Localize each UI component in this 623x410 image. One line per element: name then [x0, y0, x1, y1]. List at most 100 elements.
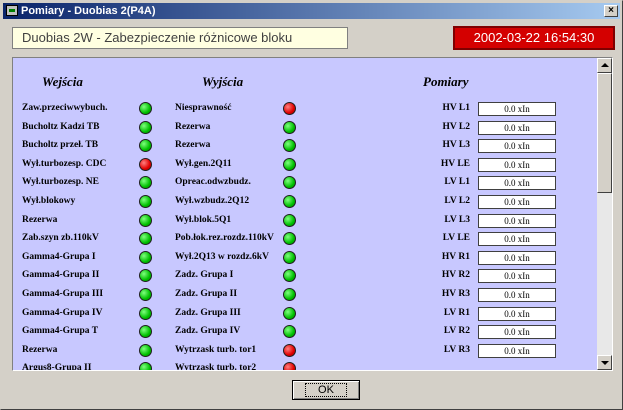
measurement-value: 0.0 xIn: [478, 102, 556, 116]
measurement-value: 0.0 xIn: [478, 288, 556, 302]
input-status-led: [139, 325, 152, 339]
input-label: Wył.blokowy: [22, 196, 76, 206]
output-status-led: [283, 157, 296, 171]
output-status-led: [283, 362, 296, 370]
output-label: Zadz. Grupa II: [175, 289, 238, 299]
vertical-scrollbar[interactable]: [597, 58, 612, 370]
input-label: Gamma4-Grupa II: [22, 270, 100, 281]
measurement-label: HV LE: [440, 158, 470, 169]
input-label: Gamma4-Grupa III: [22, 289, 104, 299]
input-status-led: [139, 176, 152, 190]
output-status-led: [283, 139, 296, 153]
input-label: Bucholtz Kadzi TB: [22, 121, 100, 132]
measurement-value: 0.0 xIn: [478, 120, 556, 135]
input-label: Zab.szyn zb.110kV: [22, 233, 99, 244]
arrow-down-icon: [601, 361, 609, 365]
measurement-value: 0.0 xIn: [478, 269, 556, 284]
output-label: Zadz. Grupa IV: [175, 326, 241, 337]
measurement-label: LV LE: [442, 233, 470, 244]
output-status-led: [283, 288, 296, 301]
input-status-led: [139, 306, 152, 320]
measurement-label: HV L3: [442, 140, 470, 151]
measurement-value: 0.0 xIn: [478, 195, 556, 209]
output-status-led: [283, 250, 296, 264]
input-status-led: [139, 232, 152, 246]
output-status-led: [283, 343, 296, 357]
input-label: Wył.turbozesp. NE: [22, 177, 99, 188]
measurement-value: 0.0 xIn: [478, 139, 556, 154]
input-label: Wył.turbozesp. CDC: [22, 158, 107, 169]
output-status-led: [283, 213, 296, 227]
measurements-window: Pomiary - Duobias 2(P4A) × Duobias 2W - …: [0, 0, 623, 410]
outputs-heading: Wyjścia: [202, 74, 244, 89]
input-status-led: [139, 269, 152, 283]
title-bar[interactable]: Pomiary - Duobias 2(P4A) ×: [3, 3, 620, 19]
input-label: Gamma4-Grupa IV: [22, 307, 103, 318]
output-label: Wył.gen.2Q11: [175, 158, 232, 169]
app-icon: [6, 5, 18, 16]
output-status-led: [283, 306, 296, 320]
output-status-led: [283, 195, 296, 208]
measurements-heading: Pomiary: [423, 74, 469, 89]
arrow-up-icon: [601, 63, 609, 67]
input-status-led: [139, 120, 152, 134]
output-label: Wył.blok.5Q1: [175, 214, 232, 225]
close-button[interactable]: ×: [604, 5, 618, 17]
output-status-led: [283, 102, 296, 115]
measurement-label: LV L3: [444, 214, 470, 225]
measurement-label: HV R3: [441, 289, 470, 299]
measurement-label: HV R2: [441, 270, 470, 281]
scroll-thumb[interactable]: [597, 73, 612, 193]
input-status-led: [139, 102, 152, 115]
input-status-led: [139, 343, 152, 357]
window-title: Pomiary - Duobias 2(P4A): [21, 5, 156, 17]
input-label: Rezerwa: [22, 214, 58, 225]
input-label: Bucholtz przeł. TB: [22, 140, 99, 151]
output-label: Wytrzask turb. tor1: [175, 344, 257, 355]
output-label: Pob.łok.rez.rozdz.110kV: [175, 233, 274, 244]
output-status-led: [283, 232, 296, 246]
measurement-label: LV L1: [444, 177, 470, 188]
input-label: Rezerwa: [22, 344, 58, 355]
measurement-label: HV L2: [442, 121, 470, 132]
input-status-led: [139, 250, 152, 264]
status-panel: Wejścia Wyjścia Pomiary Zaw.przeciwwybuc…: [12, 57, 613, 371]
measurement-label: LV R3: [443, 344, 470, 355]
measurement-value: 0.0 xIn: [478, 343, 556, 358]
output-label: Wytrzask turb. tor2: [175, 363, 257, 371]
ok-button-label: OK: [305, 383, 347, 397]
measurement-label: LV R2: [443, 326, 470, 337]
measurement-label: LV L2: [444, 196, 470, 206]
output-label: Rezerwa: [175, 140, 211, 151]
input-label: Zaw.przeciwwybuch.: [22, 103, 108, 113]
input-status-led: [139, 213, 152, 227]
scroll-down-button[interactable]: [597, 355, 612, 370]
measurement-value: 0.0 xIn: [478, 325, 556, 340]
output-status-led: [283, 120, 296, 134]
input-status-led: [139, 139, 152, 153]
scroll-up-button[interactable]: [597, 58, 612, 73]
input-label: Gamma4-Grupa T: [22, 326, 99, 337]
output-label: Wył.wzbudz.2Q12: [175, 196, 250, 206]
measurement-value: 0.0 xIn: [478, 306, 556, 321]
measurement-label: HV L1: [442, 103, 470, 113]
output-label: Wył.2Q13 w rozdz.6kV: [175, 251, 269, 262]
output-status-led: [283, 325, 296, 339]
ok-button[interactable]: OK: [292, 380, 360, 400]
input-status-led: [139, 288, 152, 301]
output-label: Rezerwa: [175, 121, 211, 132]
measurement-value: 0.0 xIn: [478, 157, 556, 172]
output-label: Opreac.odwzbudz.: [175, 177, 251, 188]
measurement-label: LV R1: [443, 307, 470, 318]
output-status-led: [283, 269, 296, 283]
measurement-label: HV R1: [441, 251, 470, 262]
datetime-display: 2002-03-22 16:54:30: [453, 26, 615, 50]
measurement-value: 0.0 xIn: [478, 250, 556, 265]
measurement-value: 0.0 xIn: [478, 176, 556, 191]
input-label: Argus8-Grupa II: [22, 363, 92, 371]
input-status-led: [139, 157, 152, 171]
inputs-heading: Wejścia: [42, 74, 83, 89]
output-label: Zadz. Grupa I: [175, 270, 234, 281]
output-label: Zadz. Grupa III: [175, 307, 241, 318]
input-label: Gamma4-Grupa I: [22, 251, 96, 262]
